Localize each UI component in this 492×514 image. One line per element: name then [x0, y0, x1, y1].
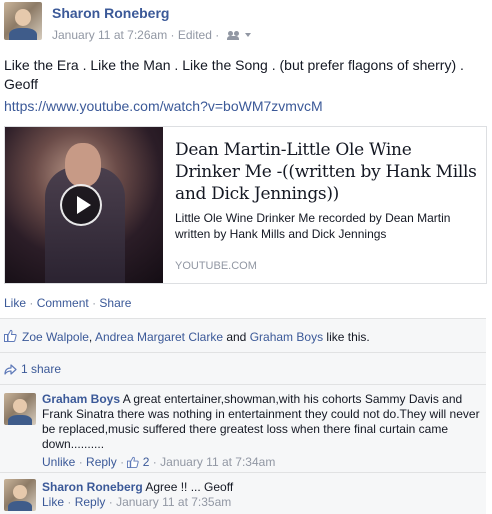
likes-text: Zoe Walpole, Andrea Margaret Clarke and … [22, 330, 370, 344]
video-thumbnail[interactable] [5, 127, 163, 283]
commenter-avatar[interactable] [4, 479, 36, 511]
thumbs-up-icon [4, 329, 17, 342]
shares-count[interactable]: 1 share [21, 362, 61, 376]
comment-timestamp[interactable]: January 11 at 7:35am [116, 495, 231, 509]
post-meta: January 11 at 7:26am · Edited · [52, 27, 251, 42]
chevron-down-icon[interactable] [244, 32, 251, 37]
comment: Sharon Roneberg Agree !! ... Geoff Like … [0, 472, 486, 514]
liker-link[interactable]: Andrea Margaret Clarke [95, 330, 223, 344]
preview-title[interactable]: Dean Martin-Little Ole Wine Drinker Me -… [175, 139, 480, 205]
thumbnail-head [65, 143, 101, 187]
likes-summary: Zoe Walpole, Andrea Margaret Clarke and … [0, 318, 486, 353]
comment-button[interactable]: Comment [37, 296, 89, 310]
like-button[interactable]: Like [4, 296, 26, 310]
likes-suffix: like this. [323, 330, 370, 344]
commenter-name[interactable]: Graham Boys [42, 392, 120, 406]
separator: · [108, 495, 113, 509]
preview-description: Little Ole Wine Drinker Me recorded by D… [175, 211, 451, 241]
commenter-name[interactable]: Sharon Roneberg [42, 480, 143, 494]
post-actions: Like · Comment · Share [4, 296, 131, 310]
separator: · [78, 455, 83, 469]
shares-summary[interactable]: 1 share [0, 352, 486, 385]
post-url-link[interactable]: https://www.youtube.com/watch?v=boWM7zvm… [4, 98, 323, 114]
separator: · [215, 27, 220, 42]
comment-actions: Like · Reply · January 11 at 7:35am [42, 495, 231, 509]
friends-icon[interactable] [226, 30, 243, 40]
unlike-button[interactable]: Unlike [42, 455, 75, 469]
post-body: Like the Era . Like the Man . Like the S… [4, 57, 464, 92]
author-name[interactable]: Sharon Roneberg [52, 5, 169, 21]
comment-text: Agree !! ... Geoff [145, 480, 234, 494]
comment: Graham Boys A great entertainer,showman,… [0, 384, 486, 473]
reply-button[interactable]: Reply [86, 455, 117, 469]
comment-like-count[interactable]: 2 [143, 455, 150, 469]
separator: · [92, 296, 97, 310]
link-preview-card[interactable]: Dean Martin-Little Ole Wine Drinker Me -… [4, 126, 487, 284]
play-icon[interactable] [60, 184, 102, 226]
comment-body: Graham Boys A great entertainer,showman,… [42, 392, 482, 452]
likes-and: and [223, 330, 250, 344]
like-button[interactable]: Like [42, 495, 64, 509]
share-icon [4, 364, 17, 375]
reply-button[interactable]: Reply [75, 495, 106, 509]
separator: · [120, 455, 125, 469]
separator: · [152, 455, 157, 469]
edited-label[interactable]: Edited [178, 28, 212, 42]
post-timestamp[interactable]: January 11 at 7:26am [52, 28, 167, 42]
preview-domain: YOUTUBE.COM [175, 260, 257, 272]
comment-timestamp[interactable]: January 11 at 7:34am [160, 455, 275, 469]
commenter-avatar[interactable] [4, 393, 36, 425]
comment-body: Sharon Roneberg Agree !! ... Geoff [42, 480, 482, 495]
comment-actions: Unlike · Reply · 2 · January 11 at 7:34a… [42, 455, 275, 469]
separator: · [29, 296, 34, 310]
separator: · [170, 27, 175, 42]
author-avatar[interactable] [4, 2, 42, 40]
thumbs-up-icon [127, 456, 140, 468]
share-button[interactable]: Share [99, 296, 131, 310]
separator: · [67, 495, 72, 509]
liker-link[interactable]: Graham Boys [250, 330, 323, 344]
post: Sharon Roneberg January 11 at 7:26am · E… [0, 0, 492, 514]
liker-link[interactable]: Zoe Walpole [22, 330, 89, 344]
